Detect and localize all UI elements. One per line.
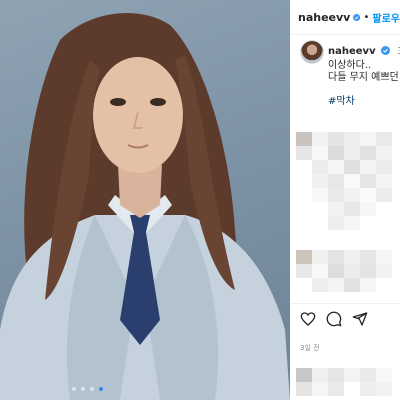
- blurred-comments-3: [296, 368, 400, 396]
- share-icon[interactable]: [352, 311, 368, 327]
- carousel-dot[interactable]: [81, 387, 85, 391]
- heart-icon[interactable]: [300, 311, 316, 327]
- blurred-comments-2: [296, 250, 400, 292]
- header-username[interactable]: naheevv: [298, 11, 350, 24]
- avatar[interactable]: [300, 40, 324, 64]
- carousel-indicator[interactable]: [72, 387, 103, 391]
- post-header: naheevv • 팔로우: [290, 0, 400, 35]
- follow-button[interactable]: 팔로우: [372, 10, 400, 25]
- carousel-dot-active[interactable]: [99, 387, 103, 391]
- verified-badge-icon: [380, 46, 390, 55]
- post-image[interactable]: [0, 0, 290, 400]
- blurred-comments-1: [296, 132, 400, 230]
- caption-header: naheevv 3일: [328, 42, 400, 57]
- hashtag-link[interactable]: #막차: [328, 92, 355, 107]
- comment-icon[interactable]: [326, 311, 342, 327]
- carousel-dot[interactable]: [90, 387, 94, 391]
- post-side-panel: naheevv • 팔로우 naheevv 3일 이상하다.. 다들 무지 예쁘…: [290, 0, 400, 400]
- verified-badge-icon: [353, 13, 361, 21]
- separator-dot: •: [363, 11, 370, 23]
- carousel-dot[interactable]: [72, 387, 76, 391]
- portrait-illustration: [0, 13, 290, 400]
- post-age: 3일 전: [300, 344, 320, 352]
- action-bar: [290, 303, 400, 334]
- caption-line-2: 다들 무지 예쁘던: [328, 72, 399, 83]
